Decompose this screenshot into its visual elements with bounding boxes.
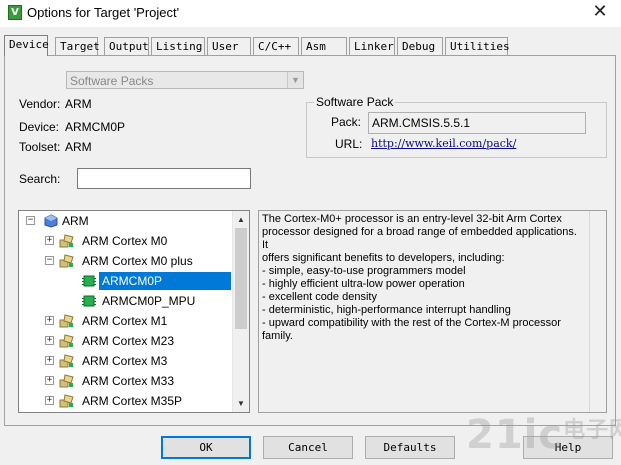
device-value: ARMCM0P	[65, 120, 126, 134]
url-label: URL:	[335, 137, 363, 151]
chip-icon	[82, 275, 96, 287]
vendor-value: ARM	[65, 97, 92, 111]
tab-c-cpp[interactable]: C/C++	[253, 37, 299, 55]
device-family-icon	[59, 234, 74, 248]
vendor-label: Vendor:	[19, 97, 61, 111]
device-family-icon	[59, 394, 74, 408]
pack-url-link[interactable]: http://www.keil.com/pack/	[371, 137, 516, 150]
tab-listing[interactable]: Listing	[151, 37, 205, 55]
chevron-down-icon: ▼	[287, 72, 303, 88]
description-scrollbar[interactable]	[589, 211, 606, 412]
window-title: Options for Target 'Project'	[27, 5, 180, 20]
tab-linker[interactable]: Linker	[349, 37, 395, 55]
search-label: Search:	[19, 172, 61, 186]
device-family-icon	[59, 334, 74, 348]
watermark-subtext: 电子网	[563, 418, 621, 443]
tree-item-cortex-m0[interactable]: + ARM Cortex M0	[19, 231, 232, 251]
scrollbar-thumb[interactable]	[235, 228, 247, 329]
tree-item-cortex-m0-plus[interactable]: − ARM Cortex M0 plus	[19, 251, 232, 271]
expand-icon[interactable]: +	[45, 376, 54, 385]
title-bar: V Options for Target 'Project' ✕	[0, 0, 621, 27]
tree-item-label-selected: ARMCM0P	[99, 272, 231, 290]
tree-item-cortex-m1[interactable]: + ARM Cortex M1	[19, 311, 232, 331]
scroll-down-icon[interactable]: ▼	[233, 395, 249, 412]
tree-item-partial[interactable]: +	[19, 411, 232, 412]
expand-icon[interactable]: +	[45, 236, 54, 245]
device-family-icon	[59, 374, 74, 388]
scroll-up-icon[interactable]: ▲	[233, 211, 249, 228]
chip-icon	[82, 295, 96, 307]
tab-debug[interactable]: Debug	[397, 37, 443, 55]
toolset-value: ARM	[65, 140, 92, 154]
device-label: Device:	[19, 120, 60, 134]
vendor-icon	[44, 214, 58, 228]
tree-item-label: ARM Cortex M35P	[82, 394, 183, 408]
device-description-box: The Cortex-M0+ processor is an entry-lev…	[258, 210, 607, 413]
tree-item-cortex-m3[interactable]: + ARM Cortex M3	[19, 351, 232, 371]
tree-item-label: ARM Cortex M1	[82, 314, 168, 328]
app-icon: V	[8, 5, 22, 20]
watermark-text: 21ic	[466, 412, 564, 458]
tree-item-label: ARM Cortex M0 plus	[82, 254, 193, 268]
expand-icon[interactable]: +	[45, 336, 54, 345]
tree-item-label: ARM Cortex M0	[82, 234, 168, 248]
tree-scrollbar[interactable]: ▲ ▼	[232, 211, 249, 412]
tree-item-label: ARM Cortex M33	[82, 374, 175, 388]
tab-utilities[interactable]: Utilities	[445, 37, 510, 55]
tab-output[interactable]: Output	[104, 37, 149, 55]
tree-item-label: ARM Cortex M23	[82, 334, 175, 348]
watermark-logo: 21ic电子网	[466, 412, 621, 458]
device-family-icon	[59, 254, 74, 268]
defaults-button[interactable]: Defaults	[365, 436, 455, 459]
tree-item-label: ARM Cortex M3	[82, 354, 168, 368]
collapse-icon[interactable]: −	[26, 216, 35, 225]
tab-user[interactable]: User	[207, 37, 251, 55]
tab-device[interactable]: Device	[4, 35, 49, 56]
tree-item-cortex-m33[interactable]: + ARM Cortex M33	[19, 371, 232, 391]
collapse-icon[interactable]: −	[45, 256, 54, 265]
device-tree[interactable]: − ARM + ARM Cortex M0 − ARM Cortex M0 pl…	[18, 210, 250, 413]
device-description-text: The Cortex-M0+ processor is an entry-lev…	[262, 213, 577, 342]
tab-strip: Device Target Output Listing User C/C++ …	[4, 35, 616, 56]
device-family-icon	[59, 314, 74, 328]
pack-field: ARM.CMSIS.5.5.1	[368, 112, 586, 134]
device-database-select[interactable]: Software Packs ▼	[66, 71, 304, 89]
search-input[interactable]	[77, 168, 251, 189]
ok-button[interactable]: OK	[161, 436, 251, 459]
tree-item-label: ARMCM0P_MPU	[102, 294, 196, 308]
tree-item-arm[interactable]: − ARM	[19, 211, 232, 231]
close-icon[interactable]: ✕	[588, 1, 612, 25]
tab-target[interactable]: Target	[55, 37, 100, 55]
pack-label: Pack:	[331, 115, 362, 129]
device-family-icon	[59, 354, 74, 368]
toolset-label: Toolset:	[19, 140, 61, 154]
expand-icon[interactable]: +	[45, 356, 54, 365]
tab-asm[interactable]: Asm	[301, 37, 347, 55]
tree-item-armcm0p-mpu[interactable]: ARMCM0P_MPU	[19, 291, 232, 311]
tree-item-label: ARM	[62, 214, 89, 228]
expand-icon[interactable]: +	[45, 396, 54, 405]
cancel-button[interactable]: Cancel	[263, 436, 353, 459]
tree-item-cortex-m35p[interactable]: + ARM Cortex M35P	[19, 391, 232, 411]
tree-item-armcm0p[interactable]: ARMCM0P	[19, 271, 232, 291]
expand-icon[interactable]: +	[45, 316, 54, 325]
tree-item-cortex-m23[interactable]: + ARM Cortex M23	[19, 331, 232, 351]
device-database-value: Software Packs	[70, 74, 154, 88]
software-pack-group-title: Software Pack	[314, 95, 396, 109]
